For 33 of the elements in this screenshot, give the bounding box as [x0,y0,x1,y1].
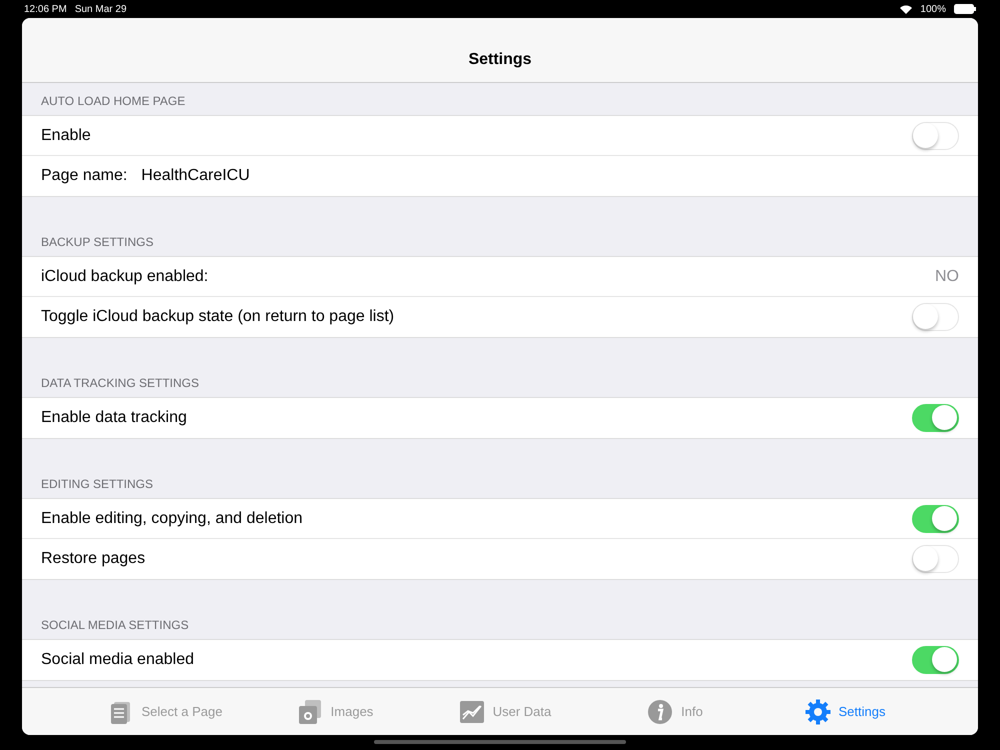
wifi-icon [900,4,912,14]
row-label: Toggle iCloud backup state (on return to page list) [41,308,394,326]
toggle-switch[interactable] [912,504,959,532]
toggle-switch[interactable] [912,646,959,674]
tab-item[interactable]: Settings [760,688,930,735]
section-header: DATA TRACKING SETTINGS [41,376,200,390]
row-label: Page name: [41,167,128,185]
row-label: iCloud backup enabled: [41,268,208,286]
settings-icon [804,698,830,724]
status-date: Sun Mar 29 [74,4,127,14]
row-value: NO [935,268,959,286]
row-label: Social media enabled [41,651,194,669]
section-header: AUTO LOAD HOME PAGE [41,94,186,108]
tab-item[interactable]: User Data [420,688,590,735]
tab-item[interactable]: Images [250,688,420,735]
camera-photo-icon [296,698,323,724]
tab-item[interactable]: Info [590,688,760,735]
nav-title: Settings [468,51,532,69]
battery-icon [954,4,976,14]
tab-item[interactable]: Select a Page [80,688,250,735]
battery-percent: 100% [920,4,946,14]
row-label: Restore pages [41,550,146,568]
section-header: EDITING SETTINGS [41,477,154,491]
status-time: 12:06 PM [24,4,67,14]
section-header: BACKUP SETTINGS [41,235,154,249]
row-label: Enable [41,126,91,144]
info-icon [647,698,674,724]
text-field[interactable]: HealthCareICU [141,167,250,185]
toggle-switch[interactable] [912,404,959,432]
row-label: Enable data tracking [41,409,187,427]
section-header: SOCIAL MEDIA SETTINGS [41,618,189,632]
row-label: Enable editing, copying, and deletion [41,510,303,528]
line-chart-icon [458,698,485,724]
